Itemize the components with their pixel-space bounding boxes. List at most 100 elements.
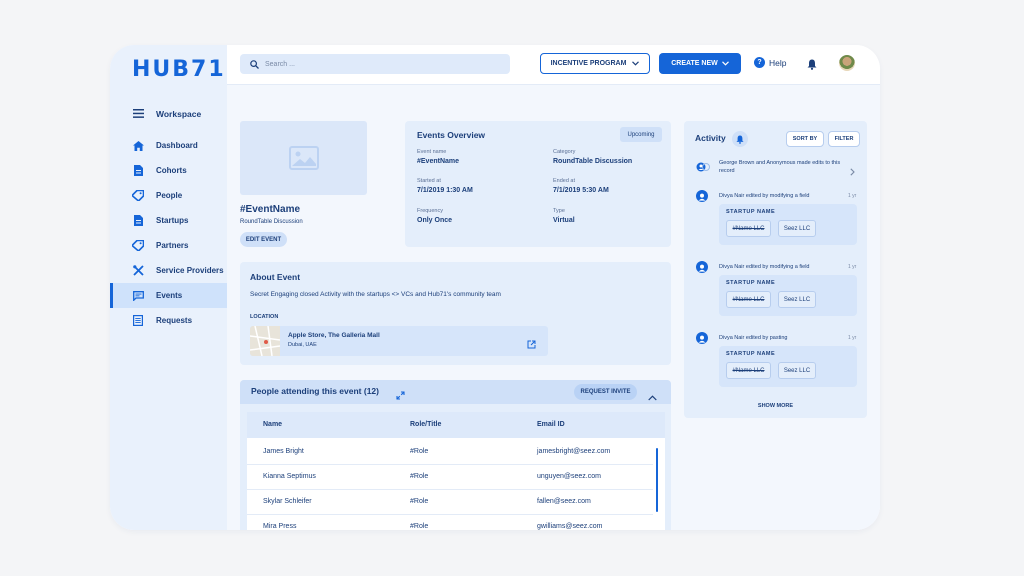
activity-field-name: STARTUP NAME (726, 209, 776, 215)
user-avatar[interactable] (839, 55, 855, 71)
ended-value: 7/1/2019 5:30 AM (553, 187, 609, 194)
table-row[interactable]: James Bright #Role jamesbright@seez.com (247, 440, 653, 465)
activity-item-text: Divya Nair edited by pasting (719, 335, 788, 341)
group-avatars-icon (696, 159, 710, 172)
external-link-icon[interactable] (527, 336, 536, 354)
sort-by-button[interactable]: SORT BY (786, 131, 824, 147)
cell-name: Mira Press (263, 523, 297, 530)
started-value: 7/1/2019 1:30 AM (417, 187, 473, 194)
table-header: Name Role/Title Email ID (247, 412, 665, 438)
column-header-name[interactable]: Name (263, 421, 282, 428)
sidebar: HUB71 Workspace Dashboard Cohorts People (110, 45, 227, 530)
document-icon (132, 215, 144, 227)
search-input[interactable]: Search ... (240, 54, 510, 74)
sidebar-item-service-providers[interactable]: Service Providers (110, 258, 227, 283)
sidebar-item-label: Service Providers (156, 266, 224, 275)
activity-item-time: 1 yr (848, 193, 857, 199)
sidebar-item-requests[interactable]: Requests (110, 308, 227, 333)
activity-item-time: 1 yr (848, 335, 857, 341)
frequency-label: Frequency (417, 208, 443, 214)
cell-role: #Role (410, 498, 429, 505)
sidebar-item-dashboard[interactable]: Dashboard (110, 133, 227, 158)
cell-role: #Role (410, 473, 429, 480)
activity-summary: George Brown and Anonymous made edits to… (719, 160, 841, 174)
location-label: LOCATION (250, 314, 279, 320)
location-card[interactable] (250, 326, 548, 356)
activity-bell-icon[interactable] (732, 131, 748, 147)
sidebar-item-label: Events (156, 291, 183, 300)
cell-email: jamesbright@seez.com (537, 448, 611, 455)
location-name: Apple Store, The Galleria Mall (288, 332, 380, 339)
request-invite-button[interactable]: REQUEST INVITE (574, 384, 637, 400)
table-row[interactable]: Skylar Schleifer #Role fallen@seez.com (247, 490, 653, 515)
location-map-thumbnail (250, 326, 280, 356)
event-title: #EventName (240, 204, 301, 215)
new-value-chip: Seez LLC (778, 362, 816, 379)
search-placeholder: Search ... (265, 60, 295, 68)
expand-icon[interactable] (396, 387, 405, 405)
status-badge: Upcoming (620, 127, 662, 142)
tools-icon (132, 265, 144, 277)
list-icon (132, 315, 144, 327)
column-header-role[interactable]: Role/Title (410, 421, 441, 428)
workspace-label: Workspace (156, 108, 202, 119)
activity-field-name: STARTUP NAME (726, 280, 776, 286)
cell-role: #Role (410, 523, 429, 530)
activity-item-text: Divya Nair edited by modifying a field (719, 264, 810, 270)
table-row[interactable]: Kianna Septimus #Role unguyen@seez.com (247, 465, 653, 490)
sidebar-item-cohorts[interactable]: Cohorts (110, 158, 227, 183)
type-value: Virtual (553, 217, 575, 224)
sidebar-item-label: Dashboard (156, 141, 198, 150)
filter-button[interactable]: FILTER (828, 131, 860, 147)
sidebar-item-label: Partners (156, 241, 189, 250)
type-label: Type (553, 208, 565, 214)
event-image-placeholder (240, 121, 367, 195)
chevron-down-icon (721, 61, 729, 66)
old-value-chip: #Name LLC (726, 362, 771, 379)
sidebar-item-startups[interactable]: Startups (110, 208, 227, 233)
show-more-button[interactable]: SHOW MORE (684, 403, 867, 409)
cell-email: gwilliams@seez.com (537, 523, 603, 530)
tag-icon (132, 240, 144, 252)
edit-event-button[interactable]: EDIT EVENT (240, 232, 287, 247)
about-event-description: Secret Engaging closed Activity with the… (250, 291, 501, 298)
sidebar-item-partners[interactable]: Partners (110, 233, 227, 258)
activity-field-name: STARTUP NAME (726, 351, 776, 357)
activity-item-time: 1 yr (848, 264, 857, 270)
event-subtitle: RoundTable Discussion (240, 219, 303, 225)
chevron-right-icon[interactable] (850, 163, 855, 181)
menu-icon (132, 108, 144, 120)
old-value-chip: #Name LLC (726, 291, 771, 308)
sidebar-workspace[interactable]: Workspace (110, 101, 227, 126)
sidebar-item-people[interactable]: People (110, 183, 227, 208)
column-header-email[interactable]: Email ID (537, 421, 565, 428)
incentive-program-label: INCENTIVE PROGRAM (550, 60, 627, 67)
chevron-up-icon[interactable] (648, 388, 657, 406)
hub71-logo[interactable]: HUB71 (132, 57, 226, 82)
home-icon (132, 140, 144, 152)
user-avatar-icon (696, 261, 708, 273)
create-new-label: CREATE NEW (671, 60, 718, 67)
activity-item-text: Divya Nair edited by modifying a field (719, 193, 810, 199)
ended-label: Ended at (553, 178, 576, 184)
activity-title: Activity (695, 133, 726, 143)
cell-email: fallen@seez.com (537, 498, 591, 505)
incentive-program-dropdown[interactable]: INCENTIVE PROGRAM (540, 53, 650, 74)
new-value-chip: Seez LLC (778, 291, 816, 308)
chat-icon (132, 290, 144, 302)
sidebar-item-events[interactable]: Events (110, 283, 227, 308)
table-scrollbar[interactable] (656, 448, 658, 512)
notification-bell-icon[interactable] (807, 57, 817, 75)
sidebar-item-label: Requests (156, 316, 193, 325)
location-city: Dubai, UAE (288, 342, 317, 348)
events-overview-title: Events Overview (417, 130, 486, 140)
help-label: Help (769, 57, 787, 68)
search-icon (250, 59, 259, 69)
user-avatar-icon (696, 332, 708, 344)
table-row[interactable]: Mira Press #Role gwilliams@seez.com (247, 515, 653, 530)
create-new-button[interactable]: CREATE NEW (659, 53, 741, 74)
chevron-down-icon (632, 61, 640, 66)
image-icon (288, 146, 319, 170)
cell-name: James Bright (263, 448, 304, 455)
help-button[interactable]: ? Help (754, 57, 786, 68)
